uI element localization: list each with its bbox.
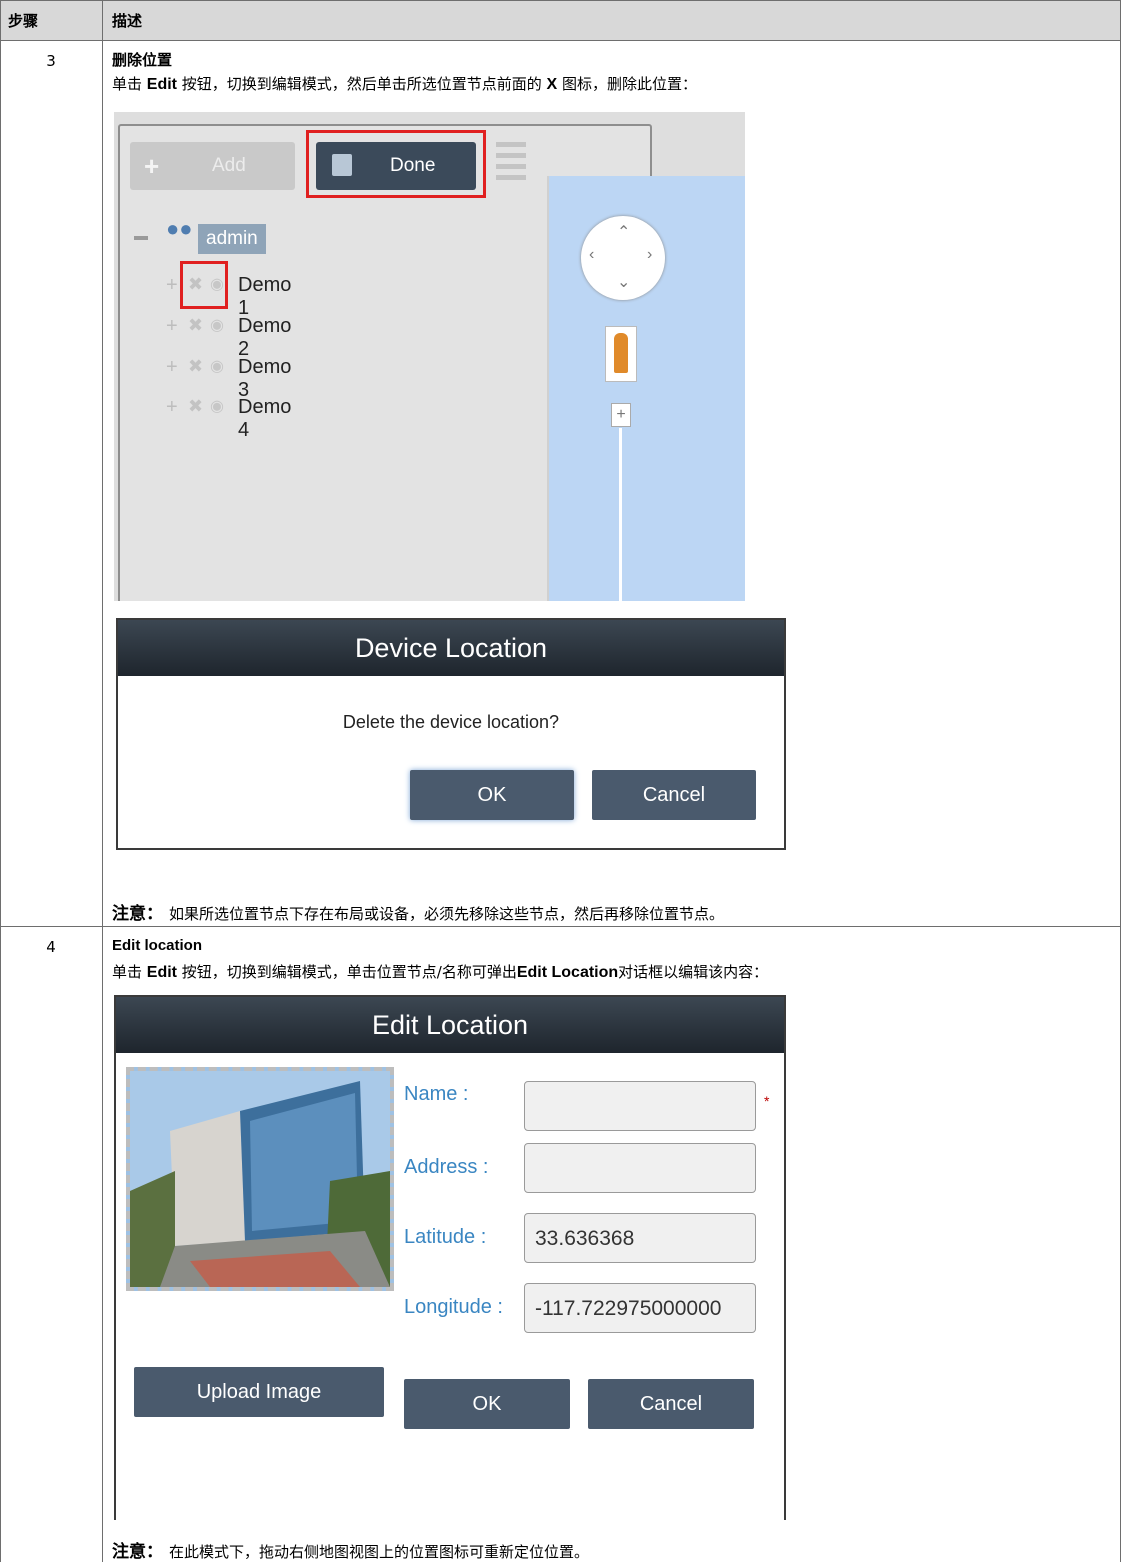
location-pin-icon: ◉: [210, 398, 224, 415]
header-description: 描述: [112, 12, 143, 30]
step-number: 4: [46, 938, 56, 956]
step-description: 单击 Edit 按钮，切换到编辑模式，然后单击所选位置节点前面的 X 图标，删除…: [112, 75, 697, 93]
table-header-divider: [0, 40, 1121, 41]
latitude-label: Latitude :: [404, 1226, 487, 1248]
location-pin-icon: ◉: [210, 317, 224, 334]
name-label: Name :: [404, 1083, 469, 1105]
delete-icon[interactable]: ✖: [188, 315, 203, 336]
pan-control[interactable]: ⌃ ‹ › ⌄: [581, 216, 665, 300]
zoom-in-button[interactable]: +: [611, 403, 631, 427]
longitude-field[interactable]: -117.722975000000: [524, 1283, 756, 1333]
add-child-icon[interactable]: +: [166, 356, 178, 379]
device-location-dialog: Device Location Delete the device locati…: [116, 618, 786, 850]
address-field[interactable]: [524, 1143, 756, 1193]
longitude-label: Longitude :: [404, 1296, 503, 1318]
table-row-divider: [0, 926, 1121, 927]
plus-icon: +: [144, 151, 160, 181]
step-title: 删除位置: [112, 51, 173, 69]
zoom-slider[interactable]: [619, 428, 622, 601]
cancel-button[interactable]: Cancel: [592, 770, 756, 820]
tree-root-admin[interactable]: admin: [198, 224, 266, 254]
table-header-background: [0, 0, 1121, 40]
user-group-icon: ●●: [166, 216, 193, 241]
add-child-icon[interactable]: +: [166, 274, 178, 297]
upload-image-button[interactable]: Upload Image: [134, 1367, 384, 1417]
done-highlight-frame: [306, 130, 486, 198]
dialog-title: Edit Location: [116, 997, 784, 1053]
step-note: 注意： 在此模式下，拖动右侧地图视图上的位置图标可重新定位位置。: [112, 1542, 590, 1562]
step-number: 3: [46, 52, 56, 70]
address-label: Address :: [404, 1156, 489, 1178]
pan-down-icon[interactable]: ⌄: [617, 272, 630, 292]
step-description: 单击 Edit 按钮，切换到编辑模式，单击位置节点/名称可弹出Edit Loca…: [112, 963, 769, 981]
pan-right-icon[interactable]: ›: [647, 246, 652, 264]
add-child-icon[interactable]: +: [166, 396, 178, 419]
street-view-pegman-icon[interactable]: [605, 326, 637, 382]
location-pin-icon: ◉: [210, 358, 224, 375]
table-border-top: [0, 0, 1121, 1]
pan-up-icon[interactable]: ⌃: [617, 222, 630, 242]
name-field[interactable]: [524, 1081, 756, 1131]
location-photo: [126, 1067, 394, 1291]
step-note: 注意： 如果所选位置节点下存在布局或设备，必须先移除这些节点，然后再移除位置节点。: [112, 904, 725, 924]
delete-icon[interactable]: ✖: [188, 396, 203, 417]
building-image: [130, 1071, 390, 1287]
ok-button[interactable]: OK: [404, 1379, 570, 1429]
table-border-left: [0, 0, 1, 1562]
menu-icon[interactable]: [496, 142, 526, 188]
header-step: 步骤: [8, 12, 39, 30]
edit-location-dialog: Edit Location Name : * Address : Latitud…: [114, 995, 786, 1520]
cancel-button[interactable]: Cancel: [588, 1379, 754, 1429]
delete-icon-highlight-frame: [180, 261, 228, 309]
pan-left-icon[interactable]: ‹: [589, 246, 594, 264]
table-column-divider: [102, 0, 103, 1562]
dialog-message: Delete the device location?: [342, 712, 560, 732]
required-mark: *: [764, 1093, 770, 1109]
add-button[interactable]: + Add: [130, 142, 295, 190]
collapse-icon[interactable]: [134, 236, 148, 240]
add-child-icon[interactable]: +: [166, 315, 178, 338]
latitude-field[interactable]: 33.636368: [524, 1213, 756, 1263]
dialog-title: Device Location: [118, 620, 784, 676]
location-tree-screenshot: + Add Done ●● admin + ✖ ◉ Demo 1 + ✖ ◉ D…: [114, 112, 745, 601]
map-view[interactable]: ⌃ ‹ › ⌄ +: [547, 176, 745, 601]
ok-button[interactable]: OK: [410, 770, 574, 820]
step-title: Edit location: [112, 937, 202, 954]
delete-icon[interactable]: ✖: [188, 356, 203, 377]
